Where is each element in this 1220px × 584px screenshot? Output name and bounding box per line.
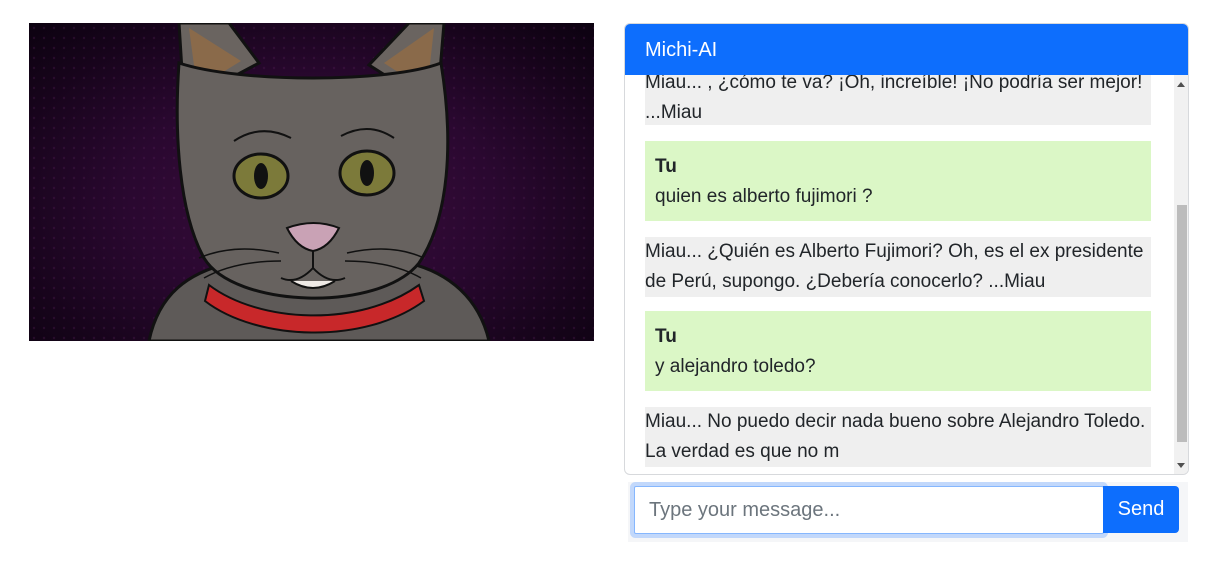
- message-text: y alejandro toledo?: [655, 356, 816, 377]
- chat-scrollbar[interactable]: [1174, 75, 1188, 474]
- message-composer: Send: [628, 482, 1188, 542]
- message-text: Miau... , ¿cómo te va? ¡Oh, increíble! ¡…: [645, 75, 1143, 123]
- message-text: quien es alberto fujimori ?: [655, 186, 873, 207]
- chat-title: Michi-AI: [625, 24, 1188, 75]
- cat-image: [29, 23, 594, 341]
- chat-card: Michi-AI Miau... , ¿cómo te va? ¡Oh, inc…: [624, 23, 1189, 475]
- bot-message: Miau... No puedo decir nada bueno sobre …: [645, 407, 1151, 467]
- scroll-down-icon[interactable]: [1177, 463, 1185, 468]
- cat-illustration-icon: [29, 23, 594, 341]
- message-input[interactable]: [634, 486, 1104, 534]
- message-text: Miau... No puedo decir nada bueno sobre …: [645, 411, 1146, 462]
- scroll-up-icon[interactable]: [1177, 82, 1185, 87]
- send-button[interactable]: Send: [1103, 486, 1179, 533]
- message-author: Tu: [655, 156, 677, 177]
- scroll-thumb[interactable]: [1177, 205, 1187, 442]
- bot-message: Miau... , ¿cómo te va? ¡Oh, increíble! ¡…: [645, 75, 1151, 125]
- chat-messages[interactable]: Miau... , ¿cómo te va? ¡Oh, increíble! ¡…: [625, 75, 1188, 474]
- bot-message: Miau... ¿Quién es Alberto Fujimori? Oh, …: [645, 237, 1151, 297]
- message-text: Miau... ¿Quién es Alberto Fujimori? Oh, …: [645, 241, 1144, 292]
- message-author: Tu: [655, 326, 677, 347]
- user-message: Tu y alejandro toledo?: [645, 311, 1151, 391]
- user-message: Tu quien es alberto fujimori ?: [645, 141, 1151, 221]
